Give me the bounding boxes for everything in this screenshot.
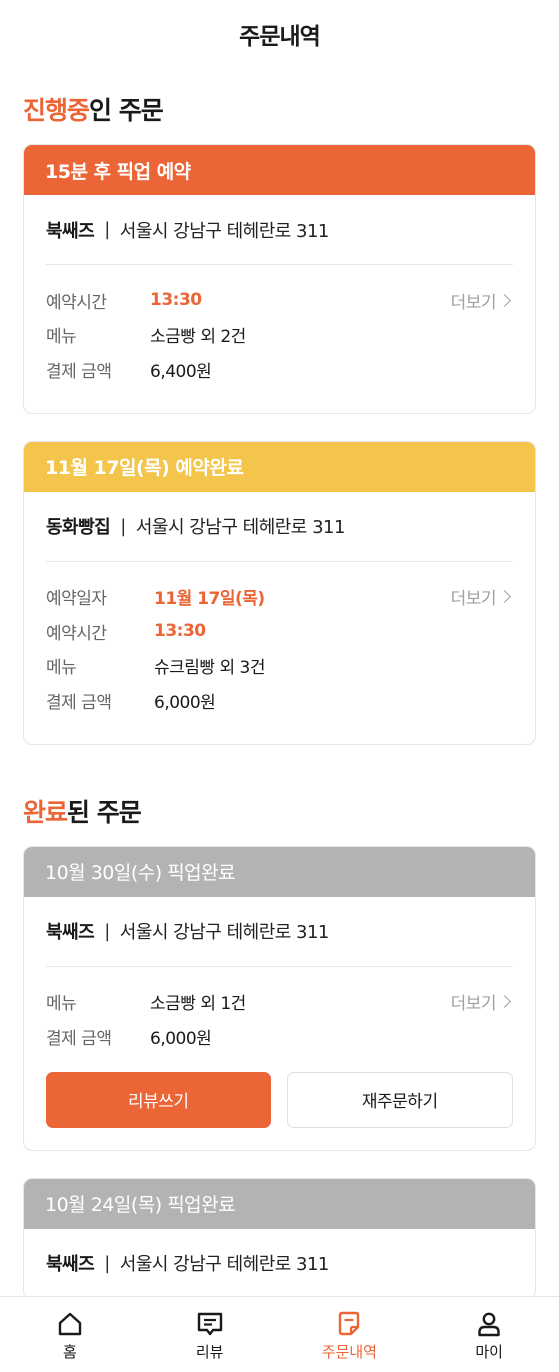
detail-row-reservation-time: 예약시간 13:30: [46, 283, 513, 318]
more-link[interactable]: 더보기: [450, 580, 511, 615]
store-address: 서울시 강남구 테헤란로 311: [119, 1254, 330, 1275]
detail-row-payment: 결제 금액 6,000원: [46, 683, 513, 718]
more-link-label: 더보기: [450, 589, 497, 610]
order-status-header: 10월 24일(목) 픽업완료: [24, 1178, 535, 1229]
order-card-body: 북쌔즈 | 서울시 강남구 테헤란로 311: [24, 1229, 535, 1299]
detail-row-menu: 메뉴 소금빵 외 1건: [46, 985, 513, 1020]
detail-label: 예약시간: [46, 292, 107, 313]
completed-title-rest: 된 주문: [67, 797, 142, 827]
order-card[interactable]: 10월 30일(수) 픽업완료 북쌔즈 | 서울시 강남구 테헤란로 311 메…: [23, 845, 536, 1151]
tab-label: 마이: [475, 1343, 503, 1361]
order-card[interactable]: 10월 24일(목) 픽업완료 북쌔즈 | 서울시 강남구 테헤란로 311: [23, 1177, 536, 1300]
bottom-tab-bar: 홈 리뷰 주문내역 마이: [0, 1296, 559, 1372]
store-row: 북쌔즈 | 서울시 강남구 테헤란로 311: [46, 195, 513, 265]
more-link-label: 더보기: [450, 292, 497, 313]
separator: |: [120, 515, 126, 537]
detail-value: 6,000원: [154, 692, 216, 713]
home-icon: [55, 1309, 85, 1339]
completed-section-title: 완료된 주문: [23, 797, 536, 829]
separator: |: [104, 920, 110, 942]
store-name: 동화빵집: [46, 517, 111, 538]
tab-label: 홈: [62, 1343, 77, 1361]
tab-label: 주문내역: [321, 1343, 377, 1361]
detail-row-menu: 메뉴 슈크림빵 외 3건: [46, 649, 513, 684]
detail-label: 결제 금액: [46, 692, 112, 713]
detail-value: 소금빵 외 1건: [150, 994, 246, 1015]
store-row: 북쌔즈 | 서울시 강남구 테헤란로 311: [46, 897, 513, 967]
detail-row-reservation-time: 예약시간 13:30: [46, 614, 513, 649]
order-card-body: 동화빵집 | 서울시 강남구 테헤란로 311 예약일자 11월 17일(목) …: [24, 492, 535, 744]
separator: |: [104, 219, 110, 240]
detail-label: 결제 금액: [46, 1028, 112, 1049]
in-progress-section-title: 진행중인 주문: [23, 95, 536, 127]
detail-row-menu: 메뉴 소금빵 외 2건: [46, 318, 513, 353]
store-name: 북쌔즈: [46, 220, 95, 242]
order-card[interactable]: 11월 17일(목) 예약완료 동화빵집 | 서울시 강남구 테헤란로 311 …: [23, 440, 536, 745]
order-details: 예약시간 13:30 메뉴 소금빵 외 2건 결제 금액 6,400원 더보기: [46, 265, 513, 413]
detail-value: 11월 17일(목): [154, 589, 265, 610]
detail-row-payment: 결제 금액 6,000원: [46, 1019, 513, 1054]
tab-order-history[interactable]: 주문내역: [280, 1297, 420, 1372]
detail-value: 슈크림빵 외 3건: [154, 658, 265, 679]
store-row: 북쌔즈 | 서울시 강남구 테헤란로 311: [46, 1229, 513, 1299]
tab-review[interactable]: 리뷰: [140, 1297, 280, 1372]
tab-my[interactable]: 마이: [419, 1297, 559, 1372]
in-progress-title-rest: 인 주문: [89, 96, 164, 125]
detail-label: 예약일자: [46, 589, 107, 610]
order-details: 메뉴 소금빵 외 1건 결제 금액 6,000원 더보기: [46, 967, 513, 1072]
detail-value: 13:30: [150, 290, 202, 311]
order-status-header: 10월 30일(수) 픽업완료: [24, 846, 535, 897]
store-name: 북쌔즈: [46, 922, 95, 943]
order-status-header: 15분 후 픽업 예약: [24, 145, 535, 195]
detail-label: 메뉴: [46, 658, 77, 679]
detail-value: 6,000원: [150, 1028, 212, 1049]
order-history-icon: [334, 1309, 364, 1339]
order-card-body: 북쌔즈 | 서울시 강남구 테헤란로 311 메뉴 소금빵 외 1건 결제 금액…: [24, 897, 535, 1150]
detail-label: 예약시간: [46, 623, 107, 644]
tab-label: 리뷰: [195, 1343, 224, 1361]
detail-label: 메뉴: [46, 994, 77, 1015]
order-card[interactable]: 15분 후 픽업 예약 북쌔즈 | 서울시 강남구 테헤란로 311 예약시간 …: [23, 144, 536, 414]
store-address: 서울시 강남구 테헤란로 311: [135, 517, 346, 538]
tab-home[interactable]: 홈: [0, 1297, 140, 1372]
completed-title-accent: 완료: [23, 797, 68, 827]
store-address: 서울시 강남구 테헤란로 311: [119, 220, 330, 242]
more-link[interactable]: 더보기: [450, 985, 511, 1020]
store-row: 동화빵집 | 서울시 강남구 테헤란로 311: [46, 492, 513, 562]
order-card-body: 북쌔즈 | 서울시 강남구 테헤란로 311 예약시간 13:30 메뉴 소금빵…: [24, 195, 535, 413]
main-content: 진행중인 주문 15분 후 픽업 예약 북쌔즈 | 서울시 강남구 테헤란로 3…: [0, 95, 559, 1300]
store-address: 서울시 강남구 테헤란로 311: [119, 922, 330, 943]
store-name: 북쌔즈: [46, 1254, 95, 1275]
detail-row-payment: 결제 금액 6,400원: [46, 352, 513, 387]
detail-row-reservation-date: 예약일자 11월 17일(목): [46, 580, 513, 615]
chevron-right-icon: [498, 590, 511, 604]
detail-label: 메뉴: [46, 327, 77, 348]
chevron-right-icon: [498, 995, 511, 1009]
order-actions: 리뷰쓰기 재주문하기: [46, 1071, 513, 1150]
detail-value: 6,400원: [150, 361, 212, 382]
order-status-header: 11월 17일(목) 예약완료: [24, 441, 535, 492]
in-progress-title-accent: 진행중: [23, 96, 90, 125]
separator: |: [104, 1252, 110, 1274]
order-details: 예약일자 11월 17일(목) 예약시간 13:30 메뉴 슈크림빵 외 3건 …: [46, 562, 513, 744]
reorder-button[interactable]: 재주문하기: [286, 1071, 513, 1128]
review-icon: [195, 1309, 225, 1339]
detail-label: 결제 금액: [46, 361, 112, 382]
more-link-label: 더보기: [450, 994, 497, 1015]
chevron-right-icon: [498, 293, 511, 307]
app-header: 주문내역: [0, 0, 559, 68]
page-title: 주문내역: [239, 24, 321, 50]
detail-value: 소금빵 외 2건: [150, 327, 246, 348]
write-review-button[interactable]: 리뷰쓰기: [46, 1071, 271, 1128]
person-icon: [474, 1309, 504, 1339]
more-link[interactable]: 더보기: [450, 283, 511, 318]
detail-value: 13:30: [154, 621, 206, 642]
